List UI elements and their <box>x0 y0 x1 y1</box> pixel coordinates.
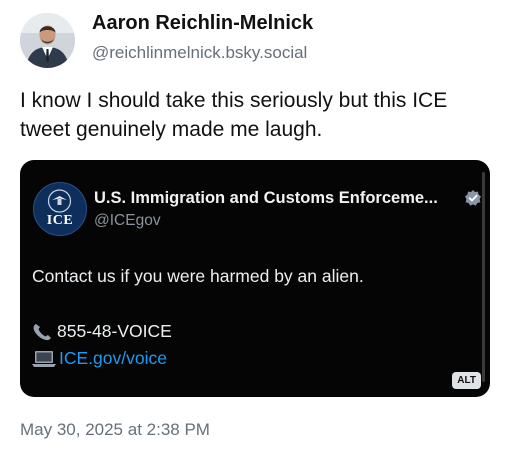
alt-text-badge[interactable]: ALT <box>452 372 481 389</box>
embed-account-handle[interactable]: @ICEgov <box>94 212 161 230</box>
embed-body-text: Contact us if you were harmed by an alie… <box>32 266 364 286</box>
phone-row: 855-48-VOICE <box>32 321 172 342</box>
post-timestamp[interactable]: May 30, 2025 at 2:38 PM <box>20 420 210 440</box>
author-handle[interactable]: @reichlinmelnick.bsky.social <box>92 43 307 63</box>
ice-seal-avatar: ICE <box>33 182 87 236</box>
link-row[interactable]: ICE.gov/voice <box>32 348 167 369</box>
verified-badge-icon <box>465 190 481 206</box>
eagle-seal-icon <box>47 189 72 213</box>
author-avatar[interactable] <box>20 13 75 68</box>
avatar-photo <box>20 13 75 68</box>
voice-link[interactable]: ICE.gov/voice <box>59 348 167 369</box>
seal-label: ICE <box>46 213 74 228</box>
embed-account-name[interactable]: U.S. Immigration and Customs Enforceme..… <box>94 189 438 208</box>
laptop-icon <box>32 350 56 367</box>
phone-number: 855-48-VOICE <box>57 321 172 341</box>
author-name[interactable]: Aaron Reichlin-Melnick <box>92 12 313 35</box>
embedded-post[interactable]: ICE U.S. Immigration and Customs Enforce… <box>20 160 490 397</box>
telephone-receiver-icon <box>33 323 51 340</box>
scrollbar[interactable] <box>482 172 485 382</box>
post-text: I know I should take this seriously but … <box>20 89 448 141</box>
